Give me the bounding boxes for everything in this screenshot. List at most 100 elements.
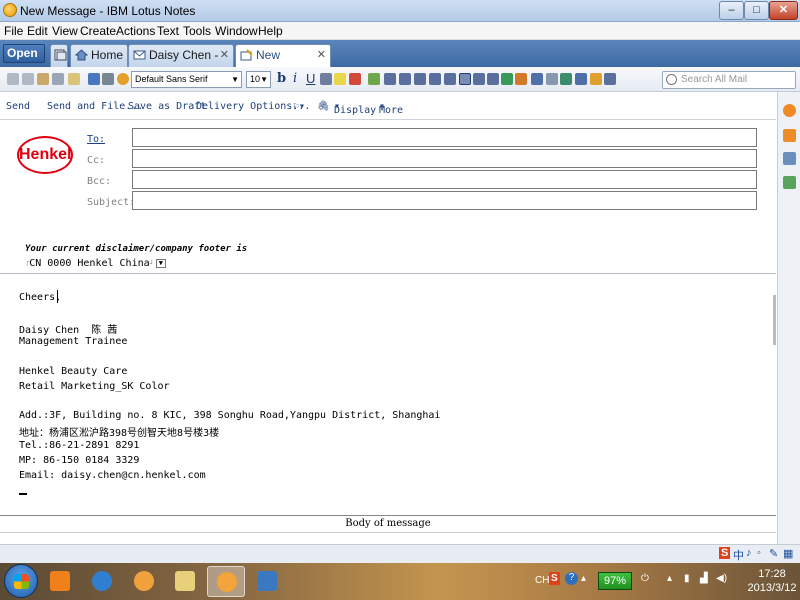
paste-icon[interactable]	[37, 73, 49, 85]
save-draft-button[interactable]: Save as Draft	[128, 101, 206, 112]
quick-flag-icon[interactable]	[590, 73, 602, 85]
help-icon[interactable]: ?	[565, 572, 578, 585]
display-button[interactable]: Display ▾	[334, 101, 376, 116]
battery-indicator[interactable]: 97%	[598, 572, 632, 590]
copy-icon[interactable]	[22, 73, 34, 85]
ime-handwriting-icon[interactable]: ✎	[769, 547, 778, 560]
menu-actions[interactable]: Actions	[116, 24, 155, 38]
outdent-icon[interactable]	[414, 73, 426, 85]
right-sidebar	[777, 92, 800, 544]
tab-workspace[interactable]	[50, 44, 68, 67]
align-left-icon[interactable]	[444, 73, 456, 85]
cut-icon[interactable]	[7, 73, 19, 85]
clock[interactable]: 17:28 2013/3/12	[747, 567, 797, 595]
ime-keyboard-icon[interactable]: ▦	[783, 547, 793, 560]
menu-file[interactable]: File	[4, 24, 23, 38]
start-button[interactable]	[4, 564, 38, 598]
activities-icon[interactable]	[783, 176, 796, 189]
taskbar-ie[interactable]	[83, 566, 121, 597]
underline-button[interactable]: U	[306, 71, 315, 86]
menu-text[interactable]: Text	[157, 24, 179, 38]
taskbar-explorer[interactable]	[166, 566, 204, 597]
taskbar-media-player[interactable]	[41, 566, 79, 597]
taskbar-photo-viewer[interactable]	[248, 566, 286, 597]
tray-expand-icon[interactable]: ▴	[581, 573, 586, 584]
language-indicator[interactable]: CH	[535, 575, 549, 586]
close-button[interactable]: ✕	[769, 1, 798, 20]
to-label[interactable]: To:	[87, 134, 105, 145]
message-body[interactable]: Cheers, Daisy Chen 陈 茜 Management Traine…	[0, 275, 776, 515]
bcc-field[interactable]	[132, 170, 757, 189]
scrollbar-thumb[interactable]	[773, 295, 776, 345]
sogou-tray-icon[interactable]: S	[549, 572, 560, 585]
bullets-icon[interactable]	[384, 73, 396, 85]
minimize-button[interactable]: –	[719, 1, 744, 20]
device-icon[interactable]: ▮	[684, 573, 690, 584]
attach-icon[interactable]: 🖇	[317, 101, 330, 112]
menu-view[interactable]: View	[52, 24, 78, 38]
sogou-ime-icon[interactable]: S	[719, 547, 731, 559]
insert-table-icon[interactable]	[501, 73, 513, 85]
indent-icon[interactable]	[429, 73, 441, 85]
bold-button[interactable]: b	[277, 71, 286, 86]
menu-window[interactable]: Window	[215, 24, 258, 38]
menu-tools[interactable]: Tools	[183, 24, 211, 38]
feeds-icon[interactable]	[783, 129, 796, 142]
subject-field[interactable]	[132, 191, 757, 210]
more-tools-icon[interactable]	[604, 73, 616, 85]
text-color-icon[interactable]	[349, 73, 361, 85]
ime-mode-chinese[interactable]: 中	[733, 547, 744, 563]
highlighter-icon[interactable]	[334, 73, 346, 85]
permanent-pen-icon[interactable]	[368, 73, 380, 85]
menu-edit[interactable]: Edit	[27, 24, 48, 38]
volume-icon[interactable]: ◀)	[716, 573, 727, 584]
taskbar-app3[interactable]	[125, 566, 163, 597]
sametime-icon[interactable]	[783, 104, 796, 117]
menu-help[interactable]: Help	[258, 24, 283, 38]
font-size-select[interactable]: 10 ▼	[246, 71, 271, 88]
photo-viewer-icon	[257, 571, 277, 591]
more-button[interactable]: More ▾	[379, 101, 403, 116]
text-caret	[57, 290, 58, 303]
follow-up-flag-icon[interactable]: ⚐▾	[293, 101, 305, 112]
strikethrough-icon[interactable]	[320, 73, 332, 85]
paste-special-icon[interactable]	[52, 73, 64, 85]
ime-fullwidth-icon[interactable]: ◦	[757, 547, 761, 559]
maximize-button[interactable]: □	[744, 1, 769, 20]
spell-check-icon[interactable]	[117, 73, 129, 85]
close-tab-icon[interactable]: ✕	[317, 45, 326, 65]
cc-field[interactable]	[132, 149, 757, 168]
link-icon[interactable]	[531, 73, 543, 85]
properties-icon[interactable]	[575, 73, 587, 85]
justify-icon[interactable]	[487, 73, 499, 85]
save-icon[interactable]	[88, 73, 100, 85]
symbol-icon[interactable]	[546, 73, 558, 85]
insert-doclink-icon[interactable]	[560, 73, 572, 85]
body-line: Add.:3F, Building no. 8 KIC, 398 Songhu …	[19, 410, 441, 421]
tab-mail[interactable]: Daisy Chen - Mail ✕	[128, 44, 234, 82]
italic-button[interactable]: i	[293, 71, 297, 86]
close-tab-icon[interactable]: ✕	[220, 45, 229, 65]
ime-punct-icon[interactable]: ♪	[746, 547, 752, 559]
open-button[interactable]: Open ⇩	[3, 44, 45, 77]
attach-file-icon[interactable]	[68, 73, 80, 85]
numbering-icon[interactable]	[399, 73, 411, 85]
insert-image-icon[interactable]	[515, 73, 527, 85]
footer-select[interactable]: ┌CN 0000 Henkel China┘ ▼	[25, 258, 166, 269]
font-name-select[interactable]: Default Sans Serif ▼	[131, 71, 242, 88]
menu-create[interactable]: Create	[80, 24, 116, 38]
to-field[interactable]	[132, 128, 757, 147]
print-icon[interactable]	[102, 73, 114, 85]
chevron-down-icon[interactable]: ▼	[155, 258, 166, 268]
search-input[interactable]: Search All Mail	[662, 71, 796, 89]
tab-new-message[interactable]: New Message ✕	[235, 44, 331, 82]
tab-home[interactable]: Home	[70, 44, 128, 67]
network-icon[interactable]: ▟	[700, 573, 708, 584]
send-button[interactable]: Send	[6, 101, 30, 112]
align-center-icon[interactable]	[459, 73, 471, 85]
taskbar-lotus-notes[interactable]	[207, 566, 245, 597]
power-plug-icon[interactable]: ⏻	[641, 573, 649, 584]
calendar-icon[interactable]	[783, 152, 796, 165]
show-hidden-icons[interactable]: ▴	[667, 573, 672, 584]
align-right-icon[interactable]	[473, 73, 485, 85]
